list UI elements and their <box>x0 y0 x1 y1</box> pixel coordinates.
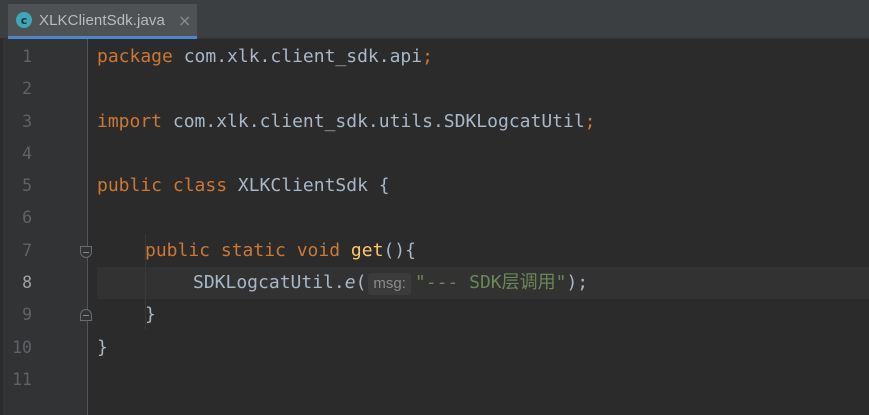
line-number: 7 <box>22 241 32 260</box>
code-line-1[interactable]: package com.xlk.client_sdk.api; <box>97 46 433 68</box>
keyword: public class <box>97 175 228 196</box>
keyword: package <box>97 46 173 67</box>
semicolon: ; <box>422 46 433 67</box>
parameter-hint: msg: <box>368 273 411 295</box>
fold-end-icon[interactable] <box>80 309 92 321</box>
file-tab-label: XLKClientSdk.java <box>39 11 165 29</box>
line-number: 5 <box>22 176 32 195</box>
close-paren: ); <box>566 272 589 293</box>
editor-tab-bar: c XLKClientSdk.java × <box>0 0 869 39</box>
line-number: 1 <box>22 47 32 66</box>
line-number: 3 <box>22 112 32 131</box>
close-icon[interactable]: × <box>178 11 191 30</box>
semicolon: ; <box>584 111 596 132</box>
code-line-8[interactable]: SDKLogcatUtil.e(msg: "--- SDK层调用"); <box>193 272 588 295</box>
code-line-7[interactable]: public static void get(){ <box>145 240 416 262</box>
code-line-3[interactable]: import com.xlk.client_sdk.utils.SDKLogca… <box>97 111 596 133</box>
line-number: 9 <box>22 305 32 324</box>
file-tab[interactable]: c XLKClientSdk.java × <box>8 4 197 39</box>
static-method: e <box>344 272 356 293</box>
open-paren: ( <box>355 272 367 293</box>
method-name: get <box>350 240 384 261</box>
keyword: import <box>97 111 163 132</box>
code-line-5[interactable]: public class XLKClientSdk { <box>97 175 390 197</box>
keyword: public static void <box>145 240 341 261</box>
import-path: com.xlk.client_sdk.utils.SDKLogcatUtil <box>162 111 585 132</box>
package-name: com.xlk.client_sdk.api <box>172 46 423 67</box>
code-line-9[interactable]: } <box>145 304 156 326</box>
line-number-active: 8 <box>22 273 32 292</box>
line-number: 6 <box>22 208 32 227</box>
string-literal: "--- SDK层调用" <box>414 272 567 293</box>
line-number: 10 <box>12 338 32 357</box>
class-reference: SDKLogcatUtil. <box>193 272 345 293</box>
java-class-icon: c <box>16 12 32 28</box>
line-number: 4 <box>22 144 32 163</box>
class-declaration: XLKClientSdk { <box>227 175 390 196</box>
line-number: 2 <box>22 79 32 98</box>
line-number: 11 <box>12 370 32 389</box>
fold-collapse-icon[interactable] <box>80 246 92 258</box>
method-signature: (){ <box>383 240 416 261</box>
code-line-10[interactable]: } <box>97 337 108 359</box>
